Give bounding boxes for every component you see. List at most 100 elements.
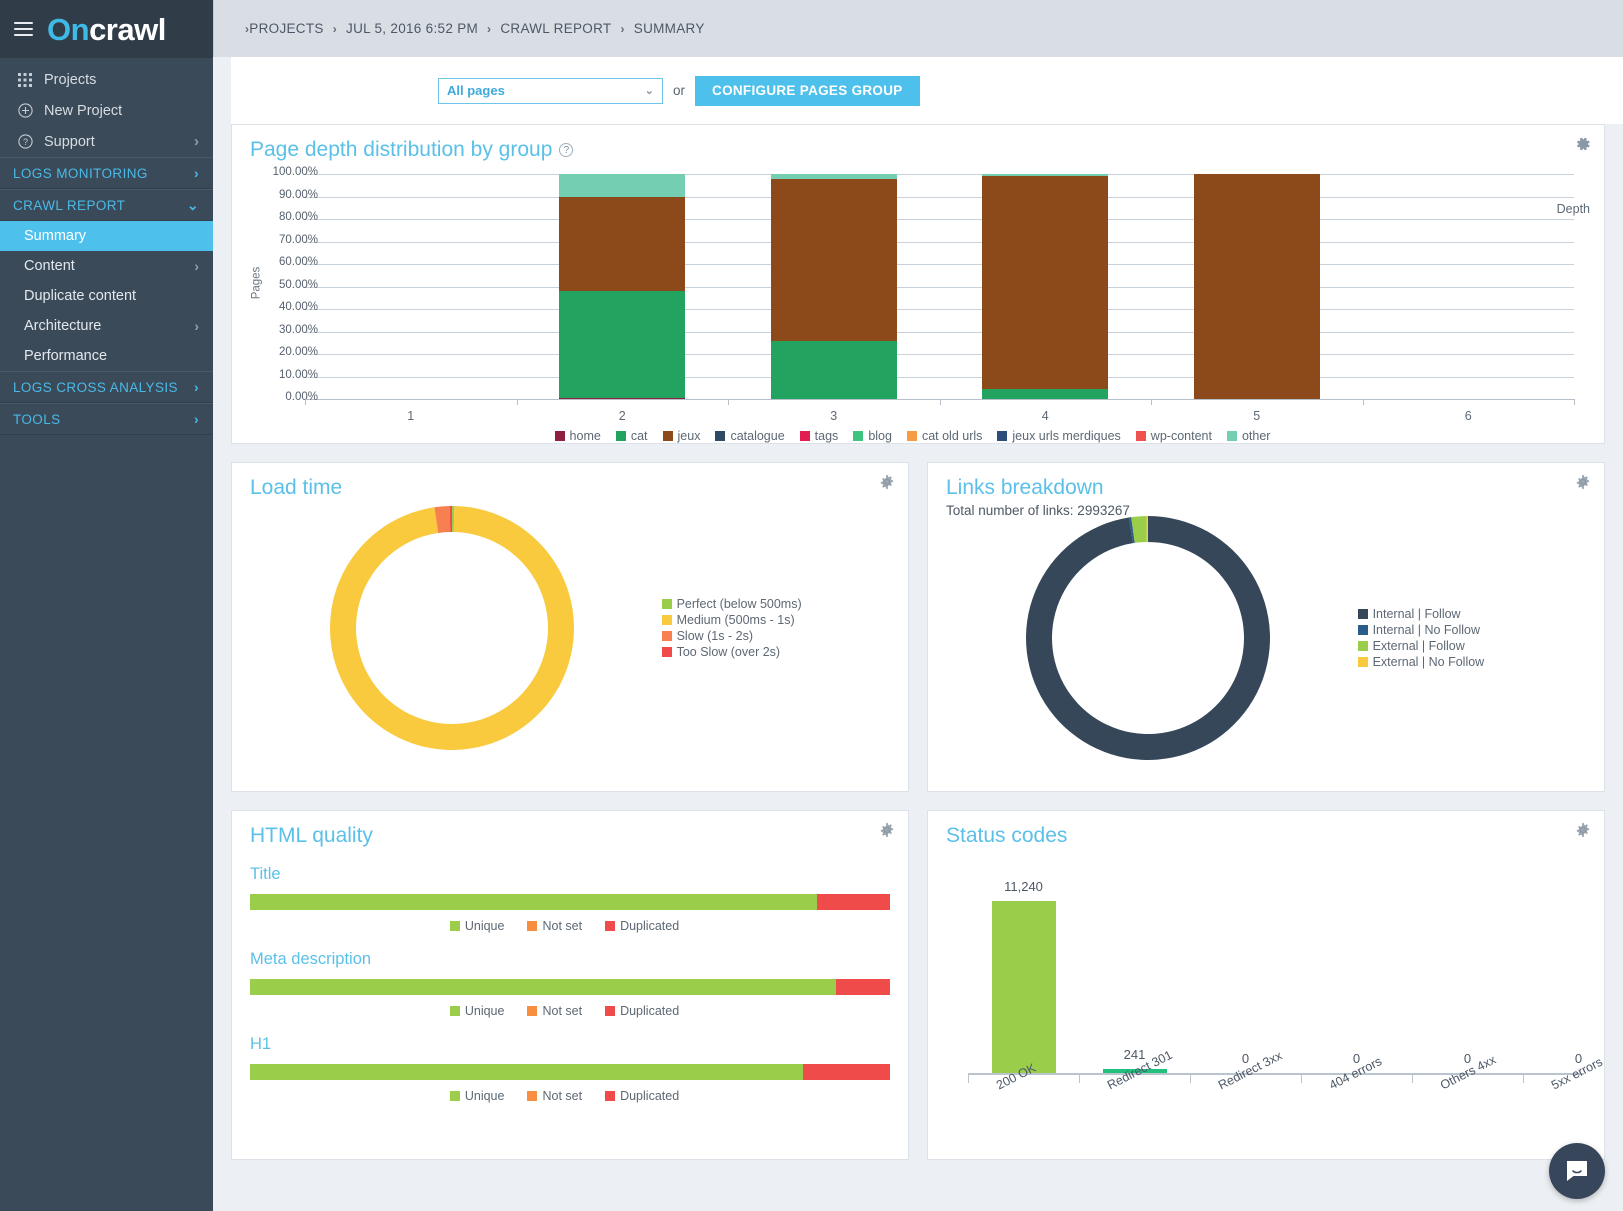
html-quality-bar[interactable] <box>250 979 890 995</box>
gear-icon[interactable] <box>879 474 895 490</box>
chart-legend: home cat jeux catalogue tags blog cat old urls… <box>232 429 1604 443</box>
configure-pages-group-button[interactable]: CONFIGURE PAGES GROUP <box>695 75 920 106</box>
table-row[interactable] <box>559 174 686 399</box>
hamburger-icon[interactable] <box>14 22 33 36</box>
legend-item[interactable]: Too Slow (over 2s) <box>661 645 802 659</box>
legend-swatch <box>605 1006 616 1016</box>
gear-icon[interactable] <box>879 822 895 838</box>
legend-swatch <box>605 1091 616 1101</box>
help-icon[interactable]: ? <box>559 143 574 157</box>
sidebar-item-summary[interactable]: Summary <box>0 221 213 251</box>
breadcrumb-item-crawl-date[interactable]: JUL 5, 2016 6:52 PM <box>346 21 478 36</box>
legend-label: cat old urls <box>921 429 983 443</box>
gear-icon[interactable] <box>1575 136 1591 152</box>
breadcrumb-item-summary[interactable]: SUMMARY <box>634 21 705 36</box>
sidebar-item-architecture[interactable]: Architecture › <box>0 311 213 341</box>
table-row[interactable] <box>1193 174 1320 399</box>
chevron-right-icon: › <box>193 411 199 427</box>
sidebar-item-content[interactable]: Content › <box>0 251 213 281</box>
legend-item[interactable]: tags <box>799 429 838 443</box>
main-area: › PROJECTS › JUL 5, 2016 6:52 PM › CRAWL… <box>213 0 1623 1211</box>
plus-circle-icon <box>18 103 44 118</box>
legend-item[interactable]: Internal | Follow <box>1357 607 1485 621</box>
legend-swatch <box>527 1091 538 1101</box>
sidebar-item-projects[interactable]: Projects <box>0 64 213 95</box>
sidebar-item-label: New Project <box>44 102 123 119</box>
html-quality-title: HTML quality <box>250 824 373 847</box>
legend-item[interactable]: External | No Follow <box>1357 655 1484 669</box>
sidebar-item-label: Content <box>24 258 75 274</box>
legend-item[interactable]: Unique <box>449 919 504 933</box>
load-time-card: Load time Perfect (below 500ms) Medium (5… <box>231 462 909 792</box>
donut-slice[interactable] <box>1025 516 1270 760</box>
legend-item[interactable]: Duplicated <box>605 1089 679 1103</box>
sidebar-section-crawl-report[interactable]: CRAWL REPORT ⌄ <box>0 189 213 221</box>
x-axis-label: Depth <box>1556 202 1590 216</box>
gear-icon[interactable] <box>1575 474 1591 490</box>
legend-item[interactable]: Perfect (below 500ms) <box>661 597 802 611</box>
breadcrumb-sep: › <box>332 21 338 36</box>
breadcrumb-item-crawl-report[interactable]: CRAWL REPORT <box>500 21 611 36</box>
donut-slice[interactable] <box>329 505 574 750</box>
legend-item[interactable]: cat old urls <box>906 429 983 443</box>
status-codes-chart: 11,240 200 OK 241 Redirect 301 0 Redirect 3xx… <box>928 872 1604 1127</box>
html-quality-column: HTML quality Title Unique Not set Duplicate… <box>231 810 909 1178</box>
sidebar-item-performance[interactable]: Performance <box>0 341 213 371</box>
legend-item[interactable]: Internal | No Follow <box>1357 623 1485 637</box>
legend-item[interactable]: Medium (500ms - 1s) <box>661 613 802 627</box>
links-breakdown-card: Links breakdown Total number of links: 2… <box>927 462 1605 792</box>
gear-icon[interactable] <box>1575 822 1591 838</box>
sidebar-section-tools[interactable]: TOOLS › <box>0 403 213 435</box>
bar[interactable] <box>991 900 1056 1073</box>
sidebar-section-logs-monitoring[interactable]: LOGS MONITORING › <box>0 157 213 189</box>
sidebar-item-new-project[interactable]: New Project <box>0 95 213 126</box>
x-axis-label: 5 <box>1253 409 1261 423</box>
legend-item[interactable]: jeux urls merdiques <box>997 429 1121 443</box>
legend-item[interactable]: Not set <box>527 919 582 933</box>
x-axis-tick <box>1301 1075 1302 1083</box>
legend-item[interactable]: home <box>554 429 601 443</box>
html-quality-legend: Unique Not set Duplicated <box>250 1089 890 1103</box>
legend-swatch <box>661 598 672 609</box>
legend-item[interactable]: Unique <box>449 1004 505 1018</box>
brand-header: Oncrawl <box>0 0 213 58</box>
page-depth-card: Page depth distribution by group ? Pages… <box>231 124 1605 444</box>
legend-label: jeux <box>677 429 701 443</box>
breadcrumb-item-projects[interactable]: PROJECTS <box>249 21 323 36</box>
table-row[interactable] <box>982 174 1109 399</box>
legend-swatch <box>661 630 672 641</box>
sidebar-item-duplicate-content[interactable]: Duplicate content <box>0 281 213 311</box>
legend-swatch <box>1357 641 1368 651</box>
x-axis-label: 6 <box>1464 409 1472 423</box>
load-time-column: Load time Perfect (below 500ms) Medium (5… <box>231 462 909 810</box>
pages-group-select-value: All pages <box>447 83 505 98</box>
legend-label: Unique <box>464 1004 505 1018</box>
chat-bubble-icon[interactable] <box>1549 1143 1605 1199</box>
html-quality-bar[interactable] <box>250 894 890 910</box>
legend-item[interactable]: wp-content <box>1135 429 1212 443</box>
sidebar-item-support[interactable]: ? Support › <box>0 126 213 157</box>
table-row[interactable] <box>770 174 897 399</box>
x-axis-tick <box>1412 1075 1413 1083</box>
legend-item[interactable]: Duplicated <box>605 1004 679 1018</box>
legend-item[interactable]: Unique <box>449 1089 504 1103</box>
filter-bar: All pages ⌄ or CONFIGURE PAGES GROUP <box>213 57 1623 124</box>
legend-item[interactable]: jeux <box>662 429 701 443</box>
legend-item[interactable]: cat <box>615 429 648 443</box>
legend-item[interactable]: other <box>1226 429 1270 443</box>
legend-label: Slow (1s - 2s) <box>676 628 753 643</box>
sidebar-section-logs-cross-analysis[interactable]: LOGS CROSS ANALYSIS › <box>0 371 213 403</box>
oncrawl-logo[interactable]: Oncrawl <box>47 14 166 45</box>
legend-item[interactable]: catalogue <box>715 429 785 443</box>
html-quality-bar[interactable] <box>250 1064 890 1080</box>
legend-item[interactable]: blog <box>853 429 892 443</box>
legend-item[interactable]: Slow (1s - 2s) <box>661 628 802 643</box>
legend-label: Not set <box>542 1004 583 1018</box>
legend-item[interactable]: Duplicated <box>605 919 679 933</box>
legend-item[interactable]: External | Follow <box>1357 639 1485 653</box>
legend-item[interactable]: Not set <box>527 1004 582 1018</box>
bar-segment <box>770 340 897 399</box>
legend-item[interactable]: Not set <box>527 1089 582 1103</box>
pages-group-select[interactable]: All pages ⌄ <box>438 77 663 104</box>
x-axis-tick <box>305 399 306 405</box>
